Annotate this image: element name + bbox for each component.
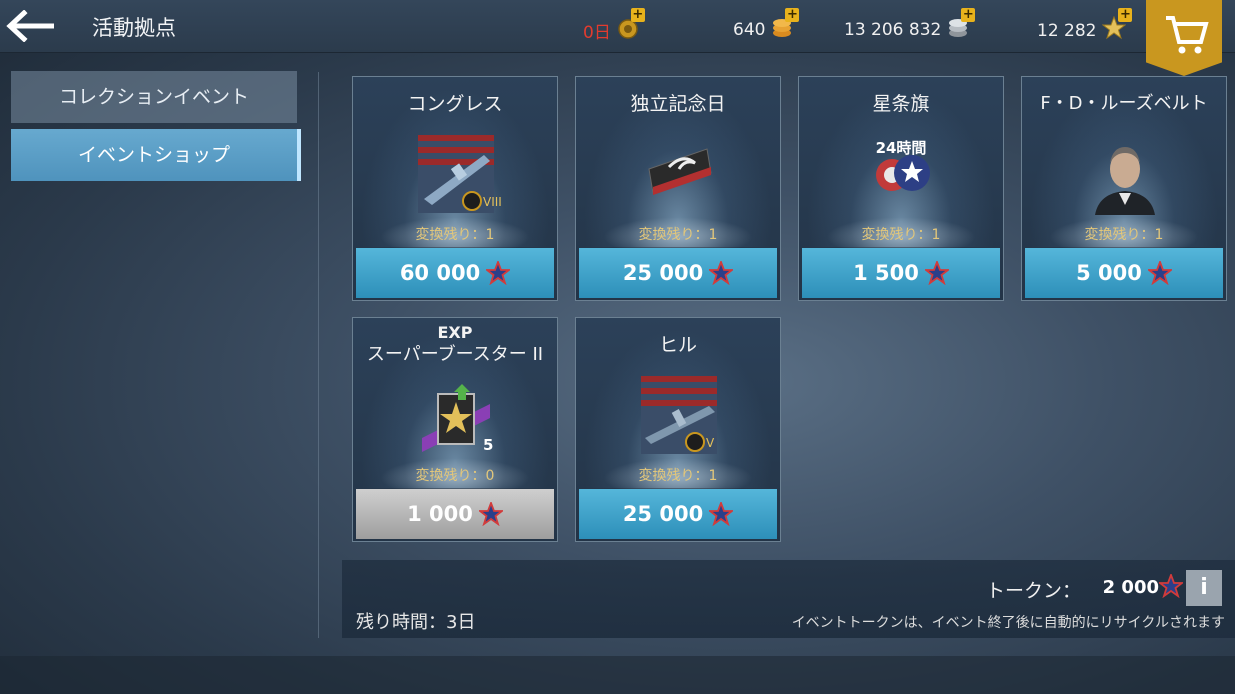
credits-counter[interactable]: 13 206 832 + (844, 8, 976, 43)
info-button[interactable]: i (1186, 570, 1222, 606)
remaining-exchanges: 変換残り：1 (415, 227, 495, 243)
camouflage-icon (876, 155, 930, 191)
premium-days-value: 0日 (583, 23, 611, 43)
time-remaining: 残り時間：3日 (356, 612, 476, 633)
item-name-line1: EXP (437, 323, 473, 342)
buy-button[interactable]: 60 000 (356, 248, 554, 298)
sidebar-item-collection-event[interactable]: コレクションイベント (11, 71, 297, 123)
silver-coins-icon: + (947, 8, 976, 43)
shop-item-congress[interactable]: コングレス VIII 変換残り：1 60 000 (352, 76, 558, 301)
token-star-icon (1147, 261, 1172, 285)
gold-star-icon: + (1102, 8, 1133, 45)
item-name: 独立記念日 (630, 93, 726, 115)
shop-item-hill[interactable]: ヒル V 変換残り：1 25 000 (575, 317, 781, 542)
doubloons-value: 640 (733, 19, 766, 40)
bottom-strip (0, 656, 1235, 694)
token-star-icon (486, 261, 511, 285)
buy-button[interactable]: 25 000 (579, 248, 777, 298)
back-button[interactable] (6, 9, 56, 43)
sidebar-item-event-shop[interactable]: イベントショップ (11, 129, 301, 181)
item-name: ヒル (658, 334, 697, 356)
buy-button-disabled: 1 000 (356, 489, 554, 539)
premium-medal-icon: + (617, 8, 645, 45)
cart-icon (1166, 16, 1209, 54)
shop-item-exp-super-booster[interactable]: EXP スーパーブースター II 5 変換残り：0 1 000 (352, 317, 558, 542)
remaining-exchanges: 変換残り：1 (638, 227, 718, 243)
price-value: 25 000 (622, 502, 704, 526)
add-icon[interactable]: + (630, 8, 645, 22)
buy-button[interactable]: 25 000 (579, 489, 777, 539)
free-xp-value: 12 282 (1037, 20, 1097, 41)
price-value: 1 000 (407, 502, 473, 526)
token-star-icon (709, 261, 734, 285)
credits-value: 13 206 832 (844, 19, 942, 40)
remaining-exchanges: 変換残り：1 (638, 468, 718, 484)
doubloons-counter[interactable]: 640 + (733, 8, 800, 43)
item-name: F・D・ルーズベルト (1040, 93, 1208, 114)
top-bar: 活動拠点 0日 + 640 + 13 206 832 + 12 282 + (0, 0, 1235, 53)
price-value: 60 000 (399, 261, 481, 285)
token-star-icon (478, 502, 503, 526)
flag-emblem-icon (648, 148, 712, 195)
remaining-exchanges: 変換残り：1 (1084, 227, 1164, 243)
price-value: 25 000 (622, 261, 704, 285)
token-star-icon (709, 502, 734, 526)
shop-cart-button[interactable] (1146, 0, 1222, 76)
buy-button[interactable]: 1 500 (802, 248, 1000, 298)
shop-item-stars-and-stripes[interactable]: 星条旗 24時間 変換残り：1 1 500 (798, 76, 1004, 301)
item-name: 星条旗 (872, 93, 930, 115)
premium-days-counter[interactable]: 0日 + (583, 8, 645, 45)
price-value: 1 500 (853, 261, 919, 285)
commander-portrait-icon (1095, 147, 1155, 215)
sidebar-divider (318, 72, 319, 638)
buy-button[interactable]: 5 000 (1025, 248, 1223, 298)
free-xp-counter[interactable]: 12 282 + (1037, 8, 1133, 45)
add-icon[interactable]: + (785, 8, 800, 22)
quantity-label: 5 (483, 436, 494, 454)
shop-item-independence-day[interactable]: 独立記念日 変換残り：1 25 000 (575, 76, 781, 301)
recycle-notice: イベントトークンは、イベント終了後に自動的にリサイクルされます (791, 615, 1225, 631)
remaining-exchanges: 変換残り：1 (861, 227, 941, 243)
page-title: 活動拠点 (92, 16, 176, 40)
remaining-exchanges: 変換残り：0 (415, 468, 495, 484)
shop-item-fd-roosevelt[interactable]: F・D・ルーズベルト 変換残り：1 5 000 (1021, 76, 1227, 301)
token-star-icon (924, 261, 949, 285)
add-icon[interactable]: + (961, 8, 976, 22)
token-balance: 2 000 (1102, 577, 1159, 598)
gold-coins-icon: + (771, 8, 800, 43)
price-value: 5 000 (1076, 261, 1142, 285)
add-icon[interactable]: + (1118, 8, 1133, 22)
token-star-icon (1159, 574, 1183, 598)
item-name-line2: スーパーブースター II (366, 344, 544, 365)
tier-label: VIII (483, 195, 502, 209)
back-arrow-icon (6, 9, 54, 43)
item-name: コングレス (407, 93, 503, 115)
token-label: トークン： (985, 580, 1081, 602)
tier-label: V (706, 436, 715, 450)
event-info-panel: トークン： 2 000 i 残り時間：3日 イベントトークンは、イベント終了後に… (342, 560, 1235, 638)
item-name: EXP スーパーブースター II (353, 322, 557, 366)
